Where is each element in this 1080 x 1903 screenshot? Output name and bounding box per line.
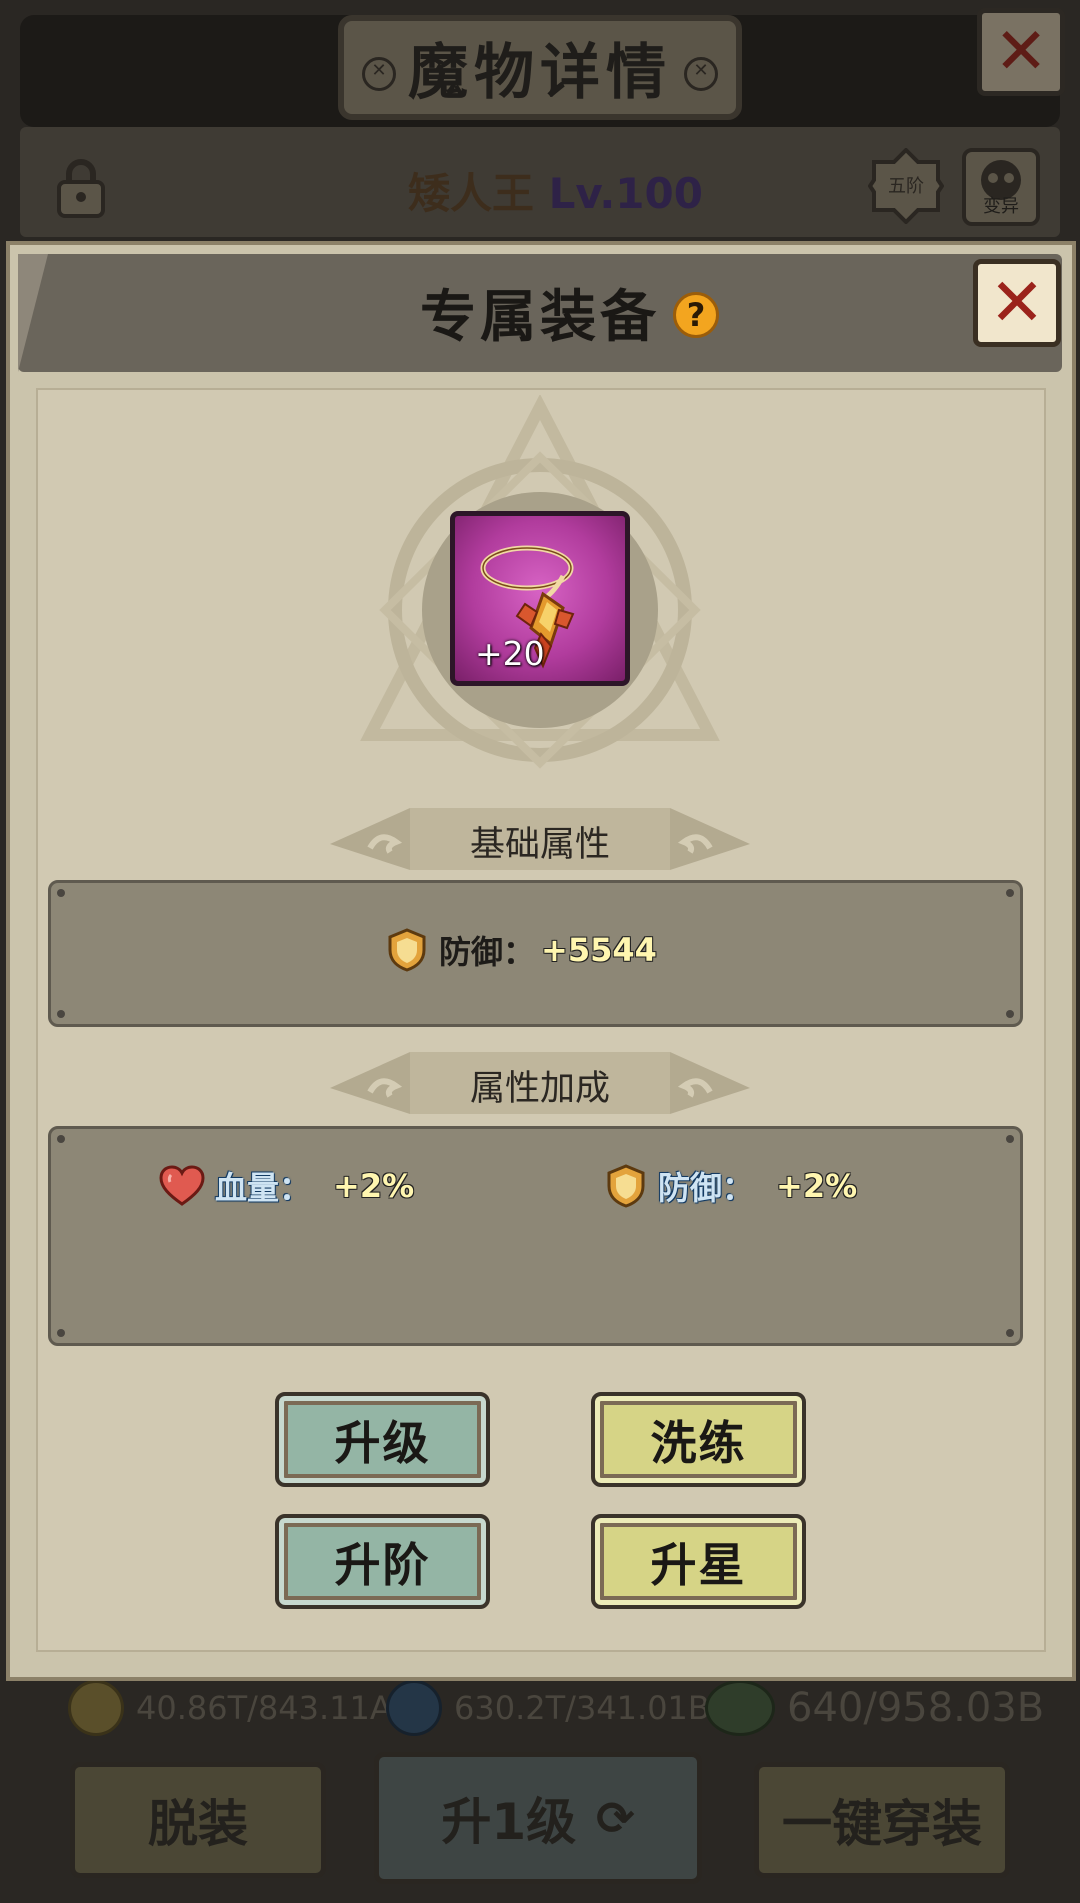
- refresh-icon: ⟳: [596, 1791, 635, 1845]
- tier-badge[interactable]: 五阶: [867, 147, 945, 225]
- green-gem-icon: [705, 1680, 775, 1736]
- unequip-button[interactable]: 脱装: [70, 1762, 326, 1878]
- advance-button[interactable]: 升阶: [275, 1514, 490, 1609]
- base-attributes-panel: 防御： +5544: [48, 880, 1023, 1027]
- help-icon[interactable]: ?: [673, 292, 719, 338]
- stat-label: 防御：: [439, 933, 536, 971]
- resource-blue-orb: 630.2T/341.01BB: [386, 1680, 732, 1736]
- resource-gold: 40.86T/843.11AA: [68, 1680, 415, 1736]
- stat-label: 防御：: [658, 1169, 755, 1207]
- monster-detail-close-button[interactable]: ✕: [977, 8, 1065, 96]
- resource-blue-orb-value: 630.2T/341.01BB: [454, 1689, 732, 1727]
- star-up-button[interactable]: 升星: [591, 1514, 806, 1609]
- bonus-defense-stat: 防御： +2%: [606, 1163, 857, 1209]
- monster-name: 矮人王 Lv.100: [408, 160, 788, 220]
- stat-value: +2%: [776, 1167, 858, 1205]
- upgrade-button[interactable]: 升级: [275, 1392, 490, 1487]
- monster-detail-title: 魔物详情: [408, 38, 672, 108]
- attribute-bonus-panel: 血量： +2% 防御： +2%: [48, 1126, 1023, 1346]
- shield-icon: [388, 928, 426, 972]
- shield-icon: [607, 1164, 645, 1208]
- attribute-bonus-heading: 属性加成: [330, 1052, 750, 1114]
- title-bar-corner: [18, 254, 48, 372]
- mutate-button[interactable]: 变异: [962, 148, 1040, 226]
- equipment-item-slot[interactable]: +20: [450, 511, 630, 686]
- stat-label: 血量：: [215, 1169, 312, 1207]
- base-attributes-heading-text: 基础属性: [469, 825, 610, 865]
- resource-green-gem-value: 640/958.03B: [787, 1685, 1045, 1731]
- base-attributes-heading: 基础属性: [330, 808, 750, 870]
- base-defense-stat: 防御： +5544: [387, 927, 657, 973]
- stat-value: +5544: [541, 931, 657, 969]
- attribute-bonus-heading-text: 属性加成: [469, 1069, 610, 1109]
- blue-orb-icon: [386, 1680, 442, 1736]
- title-ornament-icon: ✕: [684, 57, 718, 91]
- monster-level: Lv.100: [548, 169, 703, 218]
- equip-all-button[interactable]: 一键穿装: [754, 1762, 1010, 1878]
- upgrade-one-level-button[interactable]: 升1级 ⟳: [374, 1752, 702, 1884]
- heart-icon: [159, 1165, 205, 1206]
- stat-value: +2%: [333, 1167, 415, 1205]
- lock-icon[interactable]: [55, 158, 107, 218]
- tier-badge-label: 五阶: [888, 176, 924, 197]
- refine-button[interactable]: 洗练: [591, 1392, 806, 1487]
- resource-gold-value: 40.86T/843.11AA: [136, 1689, 415, 1727]
- gold-coin-icon: [68, 1680, 124, 1736]
- close-icon: ✕: [994, 15, 1048, 89]
- mutate-label: 变异: [983, 196, 1019, 217]
- resource-green-gem: 640/958.03B: [705, 1680, 1044, 1736]
- bonus-hp-stat: 血量： +2%: [159, 1163, 414, 1209]
- enhance-level-label: +20: [475, 634, 545, 673]
- modal-close-button[interactable]: ✕: [973, 259, 1061, 347]
- monster-detail-title-plate: ✕ 魔物详情 ✕: [338, 15, 742, 120]
- title-ornament-icon: ✕: [362, 57, 396, 91]
- close-icon: ✕: [989, 264, 1045, 341]
- upgrade-one-level-label: 升1级: [441, 1793, 577, 1851]
- monster-name-text: 矮人王: [408, 169, 535, 218]
